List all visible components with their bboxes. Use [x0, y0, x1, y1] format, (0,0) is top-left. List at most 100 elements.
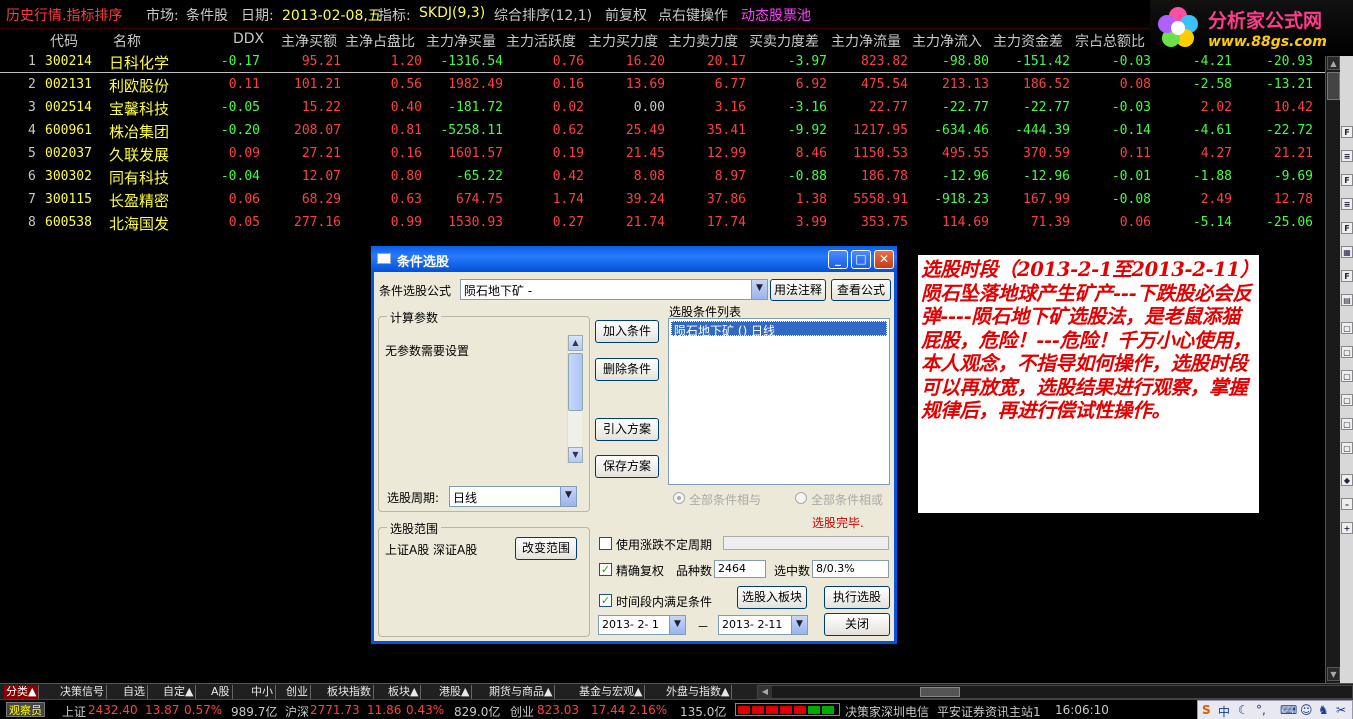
column-header[interactable]: 主净买额: [281, 31, 337, 51]
column-header[interactable]: 宗占总额比: [1075, 31, 1145, 51]
tool-minus-icon[interactable]: –: [1341, 498, 1353, 510]
scroll-left-icon[interactable]: ◀: [758, 686, 772, 698]
scroll-thumb[interactable]: [1327, 72, 1340, 100]
tool-f3-icon[interactable]: F: [1341, 270, 1353, 282]
tools-icon[interactable]: ✂: [1336, 703, 1346, 717]
radio-and[interactable]: [673, 492, 685, 504]
close-button[interactable]: 关闭: [824, 613, 890, 636]
stock-name[interactable]: 长盈精密: [109, 190, 169, 211]
shirt-icon[interactable]: ♞: [1318, 703, 1329, 717]
stock-name[interactable]: 久联发展: [109, 144, 169, 165]
tab-item[interactable]: 创业: [284, 685, 311, 699]
save-scheme-button[interactable]: 保存方案: [595, 455, 659, 478]
table-row[interactable]: 4 600961 株冶集团 -0.20 208.07 0.81 -5258.11 0.62 25…: [0, 120, 1325, 143]
view-formula-button[interactable]: 查看公式: [831, 279, 891, 301]
tab-item[interactable]: 自选: [121, 685, 148, 699]
tab-item[interactable]: 板块▲: [386, 685, 422, 699]
table-row[interactable]: 3 002514 宝馨科技 -0.05 15.22 0.40 -181.72 0.02 0.00…: [0, 97, 1325, 120]
tool-doc5-icon[interactable]: ▢: [1341, 418, 1353, 430]
stock-name[interactable]: 北海国发: [109, 213, 169, 234]
table-row[interactable]: 8 600538 北海国发 0.05 277.16 0.99 1530.93 0.27 21.7…: [0, 212, 1325, 235]
table-row[interactable]: 1 300214 日科化学 -0.17 95.21 1.20 -1316.54 0.76 16.…: [0, 51, 1325, 74]
tool-chart-icon[interactable]: ≡: [1341, 150, 1353, 162]
table-row[interactable]: 6 300302 同有科技 -0.04 12.07 0.80 -65.22 0.42 8.08 8…: [0, 166, 1325, 189]
stock-name[interactable]: 宝馨科技: [109, 98, 169, 119]
date-to-picker[interactable]: 2013- 2-11 ▼: [718, 615, 808, 635]
tool-grid-icon[interactable]: ▦: [1341, 246, 1353, 258]
stock-name[interactable]: 株冶集团: [109, 121, 169, 142]
rank-label[interactable]: 综合排序(12,1): [494, 5, 592, 25]
radio-or[interactable]: [795, 492, 807, 504]
keyboard-icon[interactable]: ⌨: [1280, 703, 1297, 717]
tool-list-icon[interactable]: ≡: [1341, 198, 1353, 210]
stock-code[interactable]: 600538: [45, 215, 92, 230]
close-icon[interactable]: ✕: [874, 250, 894, 269]
change-scope-button[interactable]: 改变范围: [515, 537, 577, 560]
ime-toolbar[interactable]: S 中 ☾ °, ⌨ ☺ ♞ ✂: [1197, 700, 1353, 719]
stock-name[interactable]: 同有科技: [109, 167, 169, 188]
scroll-thumb[interactable]: [920, 687, 960, 697]
stock-code[interactable]: 300115: [45, 192, 92, 207]
column-header[interactable]: 名称: [113, 31, 141, 51]
tool-doc3-icon[interactable]: ▢: [1341, 370, 1353, 382]
chevron-down-icon[interactable]: ▼: [791, 616, 807, 634]
chevron-down-icon[interactable]: ▼: [560, 487, 576, 506]
tab-item[interactable]: 期货与商品▲: [487, 685, 556, 699]
add-condition-button[interactable]: 加入条件: [595, 320, 659, 343]
tool-table-icon[interactable]: ▤: [1341, 294, 1353, 306]
tab-item[interactable]: 分类▲: [4, 685, 40, 699]
variable-period-checkbox[interactable]: [599, 537, 612, 550]
tab-item[interactable]: 港股▲: [437, 685, 473, 699]
tab-item[interactable]: 板块指数: [325, 685, 374, 699]
ime-mode[interactable]: 中: [1218, 703, 1230, 719]
usage-button[interactable]: 用法注释: [770, 279, 826, 301]
tab-item[interactable]: A股: [209, 685, 233, 699]
tab-item[interactable]: 中小: [249, 685, 276, 699]
table-row[interactable]: 5 002037 久联发展 0.09 27.21 0.16 1601.57 0.19 21.45…: [0, 143, 1325, 166]
delete-condition-button[interactable]: 删除条件: [595, 358, 659, 381]
column-header[interactable]: 主净占盘比: [345, 31, 415, 51]
stock-code[interactable]: 600961: [45, 123, 92, 138]
tool-f2-icon[interactable]: F: [1341, 222, 1353, 234]
tab-item[interactable]: 自定▲: [161, 685, 197, 699]
scroll-down-icon[interactable]: ▼: [1327, 667, 1340, 681]
table-vertical-scrollbar[interactable]: ▲ ▼: [1325, 56, 1340, 683]
tool-f10-icon[interactable]: F: [1341, 126, 1353, 138]
indicator-value[interactable]: SKDJ(9,3): [419, 5, 485, 21]
stock-code[interactable]: 002037: [45, 146, 92, 161]
column-header[interactable]: 主力卖力度: [668, 31, 738, 51]
table-row[interactable]: 2 002131 利欧股份 0.11 101.21 0.56 1982.49 0.16 13.6…: [0, 74, 1325, 97]
import-scheme-button[interactable]: 引入方案: [595, 418, 659, 441]
tab-item[interactable]: 决策信号: [58, 685, 107, 699]
tab-item[interactable]: 基金与宏观▲: [577, 685, 646, 699]
scroll-up-icon[interactable]: ▲: [1327, 56, 1340, 70]
stock-code[interactable]: 002514: [45, 100, 92, 115]
tool-doc4-icon[interactable]: ▢: [1341, 394, 1353, 406]
scroll-up-icon[interactable]: ▲: [568, 335, 583, 351]
chevron-down-icon[interactable]: ▼: [751, 280, 767, 299]
column-header[interactable]: 主力净买量: [426, 31, 496, 51]
table-row[interactable]: 7 300115 长盈精密 0.06 68.29 0.63 674.75 1.74 39.24 3…: [0, 189, 1325, 212]
date-from-picker[interactable]: 2013- 2- 1 ▼: [598, 615, 686, 635]
column-header[interactable]: 主力资金差: [993, 31, 1063, 51]
adjust-label[interactable]: 前复权: [605, 5, 647, 25]
stock-code[interactable]: 002131: [45, 77, 92, 92]
timeframe-checkbox[interactable]: ✓: [599, 594, 612, 607]
params-scrollbar[interactable]: ▲ ▼: [567, 335, 583, 463]
column-header[interactable]: 主力净流入: [912, 31, 982, 51]
observer-button[interactable]: 观察员: [6, 702, 45, 717]
condition-list[interactable]: 陨石地下矿 () 日线: [668, 318, 890, 485]
user-icon[interactable]: ☺: [1300, 703, 1313, 717]
formula-select[interactable]: 陨石地下矿 - ▼: [460, 279, 768, 300]
stock-name[interactable]: 利欧股份: [109, 75, 169, 96]
dialog-title-bar[interactable]: 条件选股 _ □ ✕: [371, 246, 897, 272]
stock-code[interactable]: 300302: [45, 169, 92, 184]
column-header[interactable]: 主力活跃度: [506, 31, 576, 51]
tool-doc-icon[interactable]: ▢: [1341, 322, 1353, 334]
column-header[interactable]: 主力净流量: [831, 31, 901, 51]
condition-list-item[interactable]: 陨石地下矿 () 日线: [671, 321, 887, 338]
dynamic-pool-link[interactable]: 动态股票池: [741, 5, 811, 25]
scroll-thumb[interactable]: [568, 353, 583, 411]
tool-plus-icon[interactable]: +: [1341, 522, 1353, 534]
moon-icon[interactable]: ☾: [1238, 703, 1249, 717]
